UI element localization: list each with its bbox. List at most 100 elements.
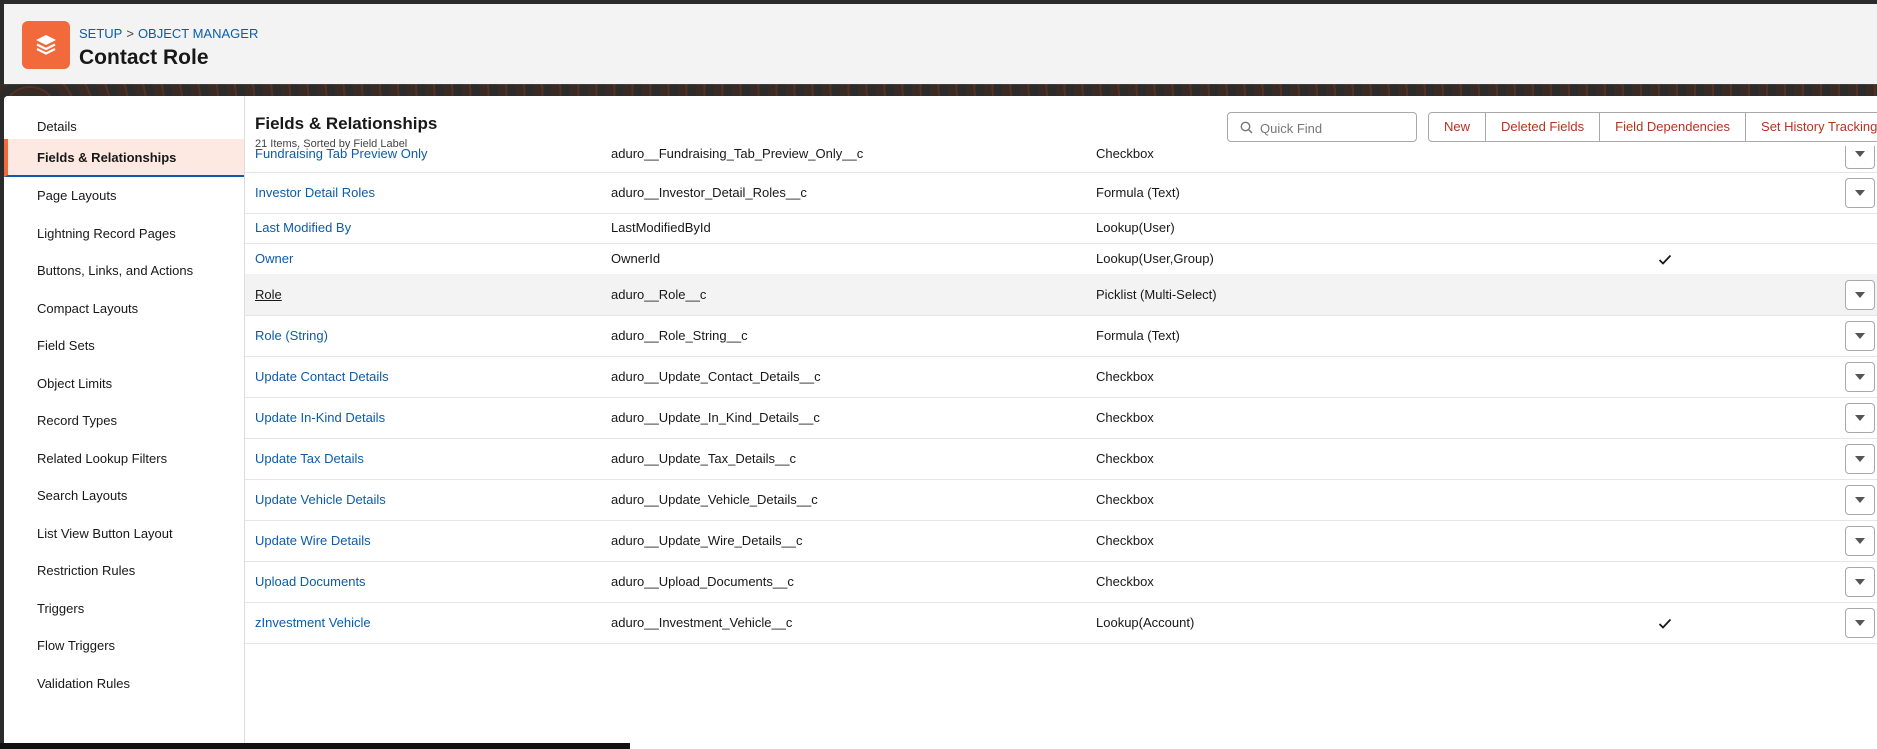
- field-label-link[interactable]: Update Contact Details: [255, 369, 389, 384]
- sidebar-item-triggers[interactable]: Triggers: [4, 590, 244, 628]
- sidebar-item-lightning-record-pages[interactable]: Lightning Record Pages: [4, 215, 244, 253]
- breadcrumb-setup[interactable]: SETUP: [79, 26, 122, 41]
- checkmark-icon: [1658, 618, 1672, 629]
- sidebar-item-search-layouts[interactable]: Search Layouts: [4, 477, 244, 515]
- row-actions-button[interactable]: [1845, 608, 1875, 638]
- field-api-name: aduro__Update_In_Kind_Details__c: [611, 410, 820, 425]
- section-title: Fields & Relationships: [255, 114, 438, 133]
- field-data-type: Checkbox: [1096, 574, 1154, 589]
- chevron-down-icon: [1855, 415, 1865, 421]
- table-row: Last Modified By LastModifiedById Lookup(U…: [245, 213, 1877, 244]
- field-label-link[interactable]: Role (String): [255, 328, 328, 343]
- field-label-link[interactable]: Investor Detail Roles: [255, 185, 375, 200]
- field-label-link[interactable]: Owner: [255, 251, 293, 266]
- fields-content: Fields & Relationships 21 Items, Sorted …: [245, 96, 1877, 749]
- field-data-type: Checkbox: [1096, 410, 1154, 425]
- field-label-link[interactable]: Last Modified By: [255, 220, 351, 235]
- sidebar-item-fields-relationships[interactable]: Fields & Relationships: [4, 139, 244, 177]
- field-label-link[interactable]: Update Vehicle Details: [255, 492, 386, 507]
- row-actions-button[interactable]: [1845, 178, 1875, 208]
- sidebar-item-record-types[interactable]: Record Types: [4, 402, 244, 440]
- field-data-type: Checkbox: [1096, 451, 1154, 466]
- chevron-down-icon: [1855, 538, 1865, 544]
- field-api-name: aduro__Upload_Documents__c: [611, 574, 794, 589]
- table-row: Owner OwnerId Lookup(User,Group): [245, 243, 1877, 275]
- field-api-name: aduro__Role__c: [611, 287, 707, 302]
- field-data-type: Lookup(Account): [1096, 615, 1195, 630]
- row-actions-button[interactable]: [1845, 321, 1875, 351]
- search-icon: [1240, 121, 1253, 134]
- chevron-down-icon: [1855, 456, 1865, 462]
- field-label-link[interactable]: Role: [255, 287, 282, 302]
- table-row: Update In-Kind Details aduro__Update_In_K…: [245, 397, 1877, 439]
- row-actions-button[interactable]: [1845, 403, 1875, 433]
- chevron-down-icon: [1855, 620, 1865, 626]
- field-data-type: Checkbox: [1096, 369, 1154, 384]
- chevron-down-icon: [1855, 190, 1865, 196]
- row-actions-button[interactable]: [1845, 526, 1875, 556]
- set-history-tracking-button[interactable]: Set History Tracking: [1745, 112, 1877, 142]
- sidebar-item-compact-layouts[interactable]: Compact Layouts: [4, 290, 244, 328]
- table-row: Role (String) aduro__Role_String__c Formul…: [245, 315, 1877, 357]
- table-row: Upload Documents aduro__Upload_Documents_…: [245, 561, 1877, 603]
- field-label-link[interactable]: Update Wire Details: [255, 533, 371, 548]
- field-data-type: Checkbox: [1096, 146, 1154, 161]
- sidebar-item-object-limits[interactable]: Object Limits: [4, 365, 244, 403]
- field-data-type: Lookup(User): [1096, 220, 1175, 235]
- sidebar-item-restriction-rules[interactable]: Restriction Rules: [4, 552, 244, 590]
- field-dependencies-button[interactable]: Field Dependencies: [1599, 112, 1747, 142]
- field-api-name: aduro__Investor_Detail_Roles__c: [611, 185, 807, 200]
- chevron-down-icon: [1855, 579, 1865, 585]
- table-row: Update Vehicle Details aduro__Update_Vehi…: [245, 479, 1877, 521]
- row-actions-button[interactable]: [1845, 146, 1875, 169]
- object-header: SETUP > OBJECT MANAGER Contact Role: [4, 4, 1877, 85]
- field-data-type: Checkbox: [1096, 533, 1154, 548]
- field-label-link[interactable]: Upload Documents: [255, 574, 366, 589]
- breadcrumb-object-manager[interactable]: OBJECT MANAGER: [138, 26, 258, 41]
- breadcrumb: SETUP > OBJECT MANAGER: [79, 26, 258, 41]
- field-label-link[interactable]: zInvestment Vehicle: [255, 615, 371, 630]
- sidebar-item-list-view-button-layout[interactable]: List View Button Layout: [4, 515, 244, 553]
- bottom-scroll-bar[interactable]: [0, 743, 630, 749]
- table-row: Fundraising Tab Preview Only aduro__Fundr…: [245, 146, 1877, 173]
- quick-find-input[interactable]: [1258, 117, 1412, 139]
- page-title: Contact Role: [79, 46, 209, 69]
- field-api-name: LastModifiedById: [611, 220, 711, 235]
- field-label-link[interactable]: Update Tax Details: [255, 451, 364, 466]
- quick-find-box[interactable]: [1227, 112, 1417, 142]
- field-api-name: aduro__Update_Vehicle_Details__c: [611, 492, 818, 507]
- row-actions-button[interactable]: [1845, 362, 1875, 392]
- field-api-name: aduro__Investment_Vehicle__c: [611, 615, 793, 630]
- sidebar-item-buttons-links-actions[interactable]: Buttons, Links, and Actions: [4, 252, 244, 290]
- chevron-down-icon: [1855, 292, 1865, 298]
- field-api-name: OwnerId: [611, 251, 661, 266]
- deleted-fields-button[interactable]: Deleted Fields: [1485, 112, 1601, 142]
- row-actions-button[interactable]: [1845, 444, 1875, 474]
- chevron-down-icon: [1855, 374, 1865, 380]
- sidebar-item-validation-rules[interactable]: Validation Rules: [4, 665, 244, 703]
- field-api-name: aduro__Update_Contact_Details__c: [611, 369, 821, 384]
- row-actions-button[interactable]: [1845, 567, 1875, 597]
- field-label-link[interactable]: Update In-Kind Details: [255, 410, 385, 425]
- new-button[interactable]: New: [1428, 112, 1487, 142]
- fields-table: Fundraising Tab Preview Only aduro__Fundr…: [245, 146, 1877, 749]
- table-row: Update Wire Details aduro__Update_Wire_De…: [245, 520, 1877, 562]
- table-row: Investor Detail Roles aduro__Investor_Det…: [245, 172, 1877, 214]
- main-panel: Details Fields & Relationships Page Layo…: [4, 96, 1877, 749]
- breadcrumb-separator: >: [126, 26, 134, 41]
- sidebar-item-page-layouts[interactable]: Page Layouts: [4, 177, 244, 215]
- row-actions-button[interactable]: [1845, 280, 1875, 310]
- table-row: Role aduro__Role__c Picklist (Multi-Select…: [245, 274, 1877, 316]
- field-label-link[interactable]: Fundraising Tab Preview Only: [255, 146, 427, 161]
- field-data-type: Formula (Text): [1096, 185, 1180, 200]
- sidebar-item-related-lookup-filters[interactable]: Related Lookup Filters: [4, 440, 244, 478]
- action-button-group: New Deleted Fields Field Dependencies Se…: [1428, 112, 1877, 142]
- chevron-down-icon: [1855, 333, 1865, 339]
- row-actions-button[interactable]: [1845, 485, 1875, 515]
- field-api-name: aduro__Fundraising_Tab_Preview_Only__c: [611, 146, 864, 161]
- field-data-type: Lookup(User,Group): [1096, 251, 1214, 266]
- chevron-down-icon: [1855, 497, 1865, 503]
- table-row: Update Tax Details aduro__Update_Tax_Deta…: [245, 438, 1877, 480]
- sidebar-item-flow-triggers[interactable]: Flow Triggers: [4, 627, 244, 665]
- sidebar-item-field-sets[interactable]: Field Sets: [4, 327, 244, 365]
